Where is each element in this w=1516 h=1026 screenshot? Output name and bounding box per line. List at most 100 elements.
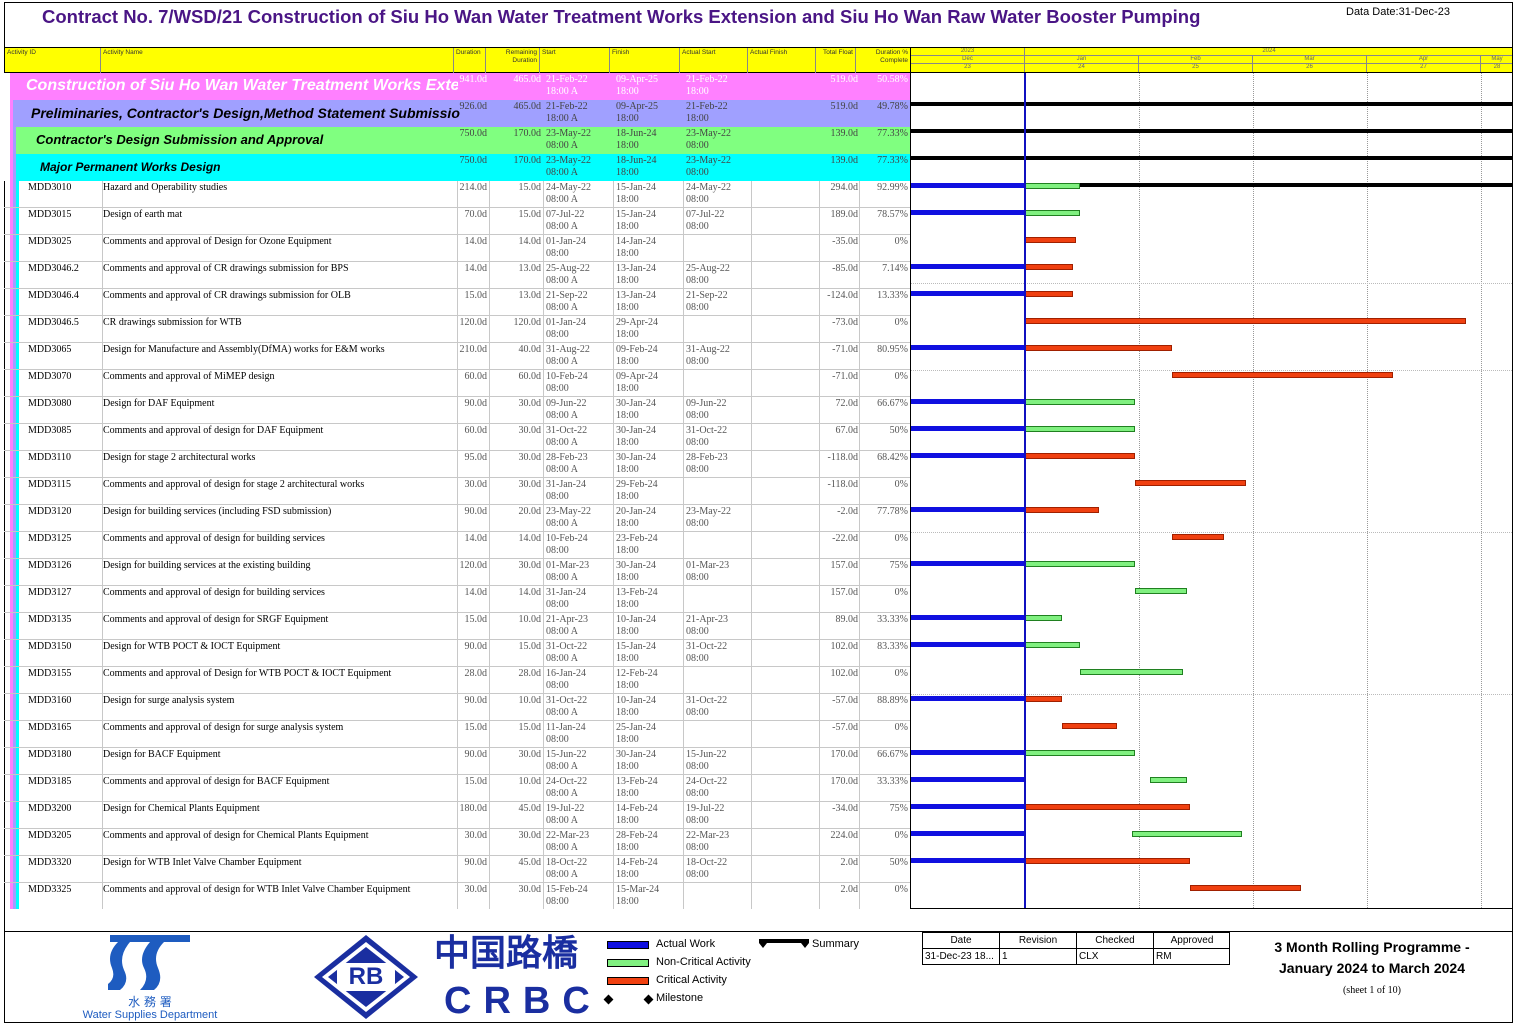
actual-work-bar[interactable] bbox=[911, 426, 1025, 431]
cell-id: MDD3110 bbox=[28, 451, 102, 478]
critical-activity-bar[interactable] bbox=[1172, 372, 1393, 378]
actual-work-bar[interactable] bbox=[911, 264, 1025, 269]
summary-bar[interactable] bbox=[911, 129, 1512, 133]
wbs-row[interactable]: Contractor's Design Submission and Appro… bbox=[4, 127, 910, 154]
critical-activity-bar[interactable] bbox=[1025, 453, 1136, 459]
noncritical-activity-bar[interactable] bbox=[1135, 588, 1187, 594]
col-header-pct-complete[interactable]: Duration % Complete bbox=[856, 48, 910, 73]
critical-activity-bar[interactable] bbox=[1135, 480, 1246, 486]
actual-work-bar[interactable] bbox=[911, 210, 1025, 215]
summary-bar[interactable] bbox=[911, 102, 1512, 106]
cell-rd: 40.0d bbox=[489, 343, 543, 370]
cell-tf: -118.0d bbox=[819, 451, 859, 478]
critical-activity-bar[interactable] bbox=[1025, 264, 1073, 270]
actual-work-bar[interactable] bbox=[911, 399, 1025, 404]
cell-subtext: 08:00 A bbox=[546, 464, 578, 475]
actual-work-bar[interactable] bbox=[911, 750, 1025, 755]
noncritical-activity-bar[interactable] bbox=[1080, 669, 1184, 675]
wbs-row[interactable]: Construction of Siu Ho Wan Water Treatme… bbox=[4, 73, 910, 100]
actual-work-bar[interactable] bbox=[911, 507, 1025, 512]
year-label: 2023 bbox=[911, 48, 1025, 55]
noncritical-activity-bar[interactable] bbox=[1025, 642, 1081, 648]
col-header-actual-start[interactable]: Actual Start bbox=[680, 48, 748, 73]
cell-tf: -57.0d bbox=[819, 721, 859, 748]
timescale: 2023 2024 Dec Jan Feb Mar Apr May 23 24 … bbox=[910, 47, 1513, 73]
critical-activity-bar[interactable] bbox=[1025, 237, 1077, 243]
cell-text: 170.0d bbox=[830, 776, 859, 787]
wbs-name: Construction of Siu Ho Wan Water Treatme… bbox=[26, 77, 458, 94]
actual-work-bar[interactable] bbox=[911, 183, 1025, 188]
cell-text: 25-Jan-24 bbox=[616, 722, 656, 733]
noncritical-activity-bar[interactable] bbox=[1150, 777, 1187, 783]
col-header-finish[interactable]: Finish bbox=[610, 48, 680, 73]
wbs-row[interactable]: Major Permanent Works Design 750.0d 170.0d… bbox=[4, 154, 910, 181]
critical-activity-bar[interactable] bbox=[1025, 345, 1173, 351]
critical-activity-bar[interactable] bbox=[1025, 507, 1099, 513]
noncritical-activity-bar[interactable] bbox=[1025, 210, 1081, 216]
critical-activity-bar[interactable] bbox=[1025, 804, 1191, 810]
actual-work-bar[interactable] bbox=[911, 696, 1025, 701]
cell-subtext: 18:00 bbox=[616, 464, 639, 475]
cell-st: 31-Jan-24 08:00 bbox=[545, 586, 611, 613]
noncritical-activity-bar[interactable] bbox=[1025, 426, 1136, 432]
noncritical-activity-bar[interactable] bbox=[1025, 750, 1136, 756]
actual-work-bar[interactable] bbox=[911, 858, 1025, 863]
actual-work-bar[interactable] bbox=[911, 777, 1025, 782]
cell-text: 14-Feb-24 bbox=[616, 857, 658, 868]
noncritical-activity-bar[interactable] bbox=[1025, 561, 1136, 567]
col-header-total-float[interactable]: Total Float bbox=[816, 48, 856, 73]
actual-work-bar[interactable] bbox=[911, 831, 1025, 836]
cell-as: 21-Sep-22 08:00 bbox=[685, 289, 751, 316]
cell-id: MDD3185 bbox=[28, 775, 102, 802]
cell-text: 15.0d bbox=[464, 722, 488, 733]
cell-name: Design for building services (including … bbox=[103, 505, 457, 532]
actual-work-bar[interactable] bbox=[911, 561, 1025, 566]
critical-activity-bar[interactable] bbox=[1025, 318, 1467, 324]
cell-text: 28.0d bbox=[464, 668, 488, 679]
cell-rd: 30.0d bbox=[489, 829, 543, 856]
cell-text: 09-Feb-24 bbox=[616, 344, 658, 355]
col-header-id[interactable]: Activity ID bbox=[5, 48, 101, 73]
cell-pc: 50% bbox=[859, 856, 910, 883]
actual-work-bar[interactable] bbox=[911, 345, 1025, 350]
cell-subtext: 18:00 bbox=[616, 275, 639, 286]
critical-activity-bar[interactable] bbox=[1025, 696, 1062, 702]
critical-activity-bar[interactable] bbox=[1025, 858, 1191, 864]
noncritical-activity-bar[interactable] bbox=[1025, 615, 1062, 621]
actual-work-bar[interactable] bbox=[911, 804, 1025, 809]
critical-activity-bar[interactable] bbox=[1172, 534, 1224, 540]
noncritical-activity-bar[interactable] bbox=[1025, 399, 1136, 405]
actual-work-bar[interactable] bbox=[911, 642, 1025, 647]
noncritical-activity-bar[interactable] bbox=[1131, 831, 1242, 837]
cell-text: 0% bbox=[894, 830, 908, 841]
cell-text: 10-Feb-24 bbox=[546, 533, 588, 544]
col-header-name[interactable]: Activity Name bbox=[101, 48, 454, 73]
actual-work-bar[interactable] bbox=[911, 291, 1025, 296]
cell-text: 23-May-22 bbox=[686, 155, 731, 166]
cell-pc: 13.33% bbox=[859, 289, 910, 316]
column-divider bbox=[613, 181, 614, 909]
cell-fi: 10-Jan-24 18:00 bbox=[615, 694, 683, 721]
cell-tf: 72.0d bbox=[819, 397, 859, 424]
col-header-remaining[interactable]: Remaining Duration bbox=[486, 48, 540, 73]
actual-work-bar[interactable] bbox=[911, 615, 1025, 620]
critical-activity-bar[interactable] bbox=[1190, 885, 1301, 891]
summary-bar[interactable] bbox=[911, 156, 1512, 160]
cell-subtext: 18:00 bbox=[616, 896, 639, 907]
actual-work-bar[interactable] bbox=[911, 453, 1025, 458]
wbs-row[interactable]: Preliminaries, Contractor's Design,Metho… bbox=[4, 100, 910, 127]
col-header-duration[interactable]: Duration bbox=[454, 48, 486, 73]
cell-tf: 102.0d bbox=[819, 667, 859, 694]
col-header-actual-finish[interactable]: Actual Finish bbox=[748, 48, 816, 73]
noncritical-activity-bar[interactable] bbox=[1025, 183, 1081, 189]
cell-id: MDD3200 bbox=[28, 802, 102, 829]
cell-text: -34.0d bbox=[832, 803, 858, 814]
cell-subtext: 08:00 A bbox=[546, 167, 578, 178]
approval-checked: CLX bbox=[1077, 949, 1154, 965]
critical-activity-bar[interactable] bbox=[1061, 723, 1117, 729]
critical-activity-bar[interactable] bbox=[1025, 291, 1073, 297]
cell-pc: 0% bbox=[859, 883, 910, 909]
cell-rd: 15.0d bbox=[489, 640, 543, 667]
cell-st: 28-Feb-23 08:00 A bbox=[545, 451, 611, 478]
col-header-start[interactable]: Start bbox=[540, 48, 610, 73]
